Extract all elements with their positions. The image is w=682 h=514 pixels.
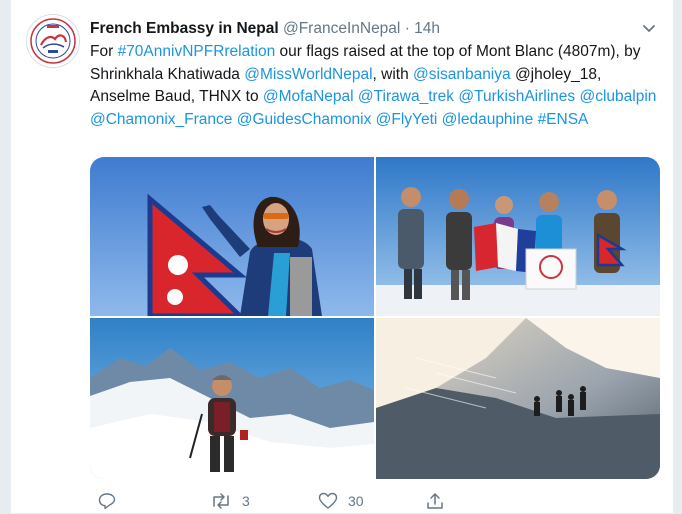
text-segment: For (90, 43, 118, 60)
tweet-card[interactable]: French Embassy in Nepal @FranceInNepal ·… (10, 0, 674, 513)
timestamp[interactable]: 14h (414, 20, 440, 37)
like-count: 30 (348, 493, 364, 509)
media-grid (90, 157, 660, 479)
like-icon (318, 492, 338, 509)
retweet-button[interactable]: 3 (210, 492, 250, 510)
share-icon (427, 493, 443, 509)
mention-link[interactable]: @TurkishAirlines (458, 88, 575, 105)
author-handle[interactable]: @FranceInNepal (283, 20, 400, 37)
retweet-count: 3 (242, 493, 250, 509)
hashtag-link[interactable]: #70AnnivNPFRrelation (118, 43, 276, 60)
photo-group-with-flags[interactable] (376, 157, 660, 316)
mention-link[interactable]: @sisanbaniya (413, 66, 511, 83)
separator-dot: · (404, 20, 410, 37)
tweet-header: French Embassy in Nepal @FranceInNepal ·… (90, 18, 659, 40)
mention-link[interactable]: @GuidesChamonix (237, 111, 372, 128)
mention-link[interactable]: @FlyYeti (376, 111, 438, 128)
text-segment: , with (372, 65, 414, 83)
hashtag-link[interactable]: #ENSA (538, 111, 589, 128)
photo-climber-on-ridge[interactable] (90, 318, 374, 479)
mention-link[interactable]: @clubalpin (579, 88, 656, 105)
mention-link[interactable]: @MissWorldNepal (244, 66, 372, 83)
mention-link[interactable]: @MofaNepal (263, 88, 354, 105)
author-name[interactable]: French Embassy in Nepal (90, 20, 279, 37)
like-button[interactable]: 30 (318, 492, 364, 510)
retweet-icon (213, 493, 229, 509)
avatar[interactable] (26, 14, 80, 68)
chevron-down-icon[interactable] (639, 18, 659, 38)
reply-icon (98, 493, 116, 510)
mention-link[interactable]: @Tirawa_trek (358, 88, 454, 105)
reply-button[interactable] (98, 492, 126, 510)
tweet-actions: 3 30 (90, 492, 590, 514)
photo-woman-with-nepal-flag[interactable] (90, 157, 374, 316)
share-button[interactable] (426, 492, 444, 510)
mention-link[interactable]: @Chamonix_France (90, 111, 232, 128)
avatar-logo (27, 15, 79, 67)
photo-climbers-on-glacier[interactable] (376, 318, 660, 479)
mention-link[interactable]: @ledauphine (442, 111, 534, 128)
tweet-text: For #70AnnivNPFRrelation our flags raise… (90, 41, 665, 131)
